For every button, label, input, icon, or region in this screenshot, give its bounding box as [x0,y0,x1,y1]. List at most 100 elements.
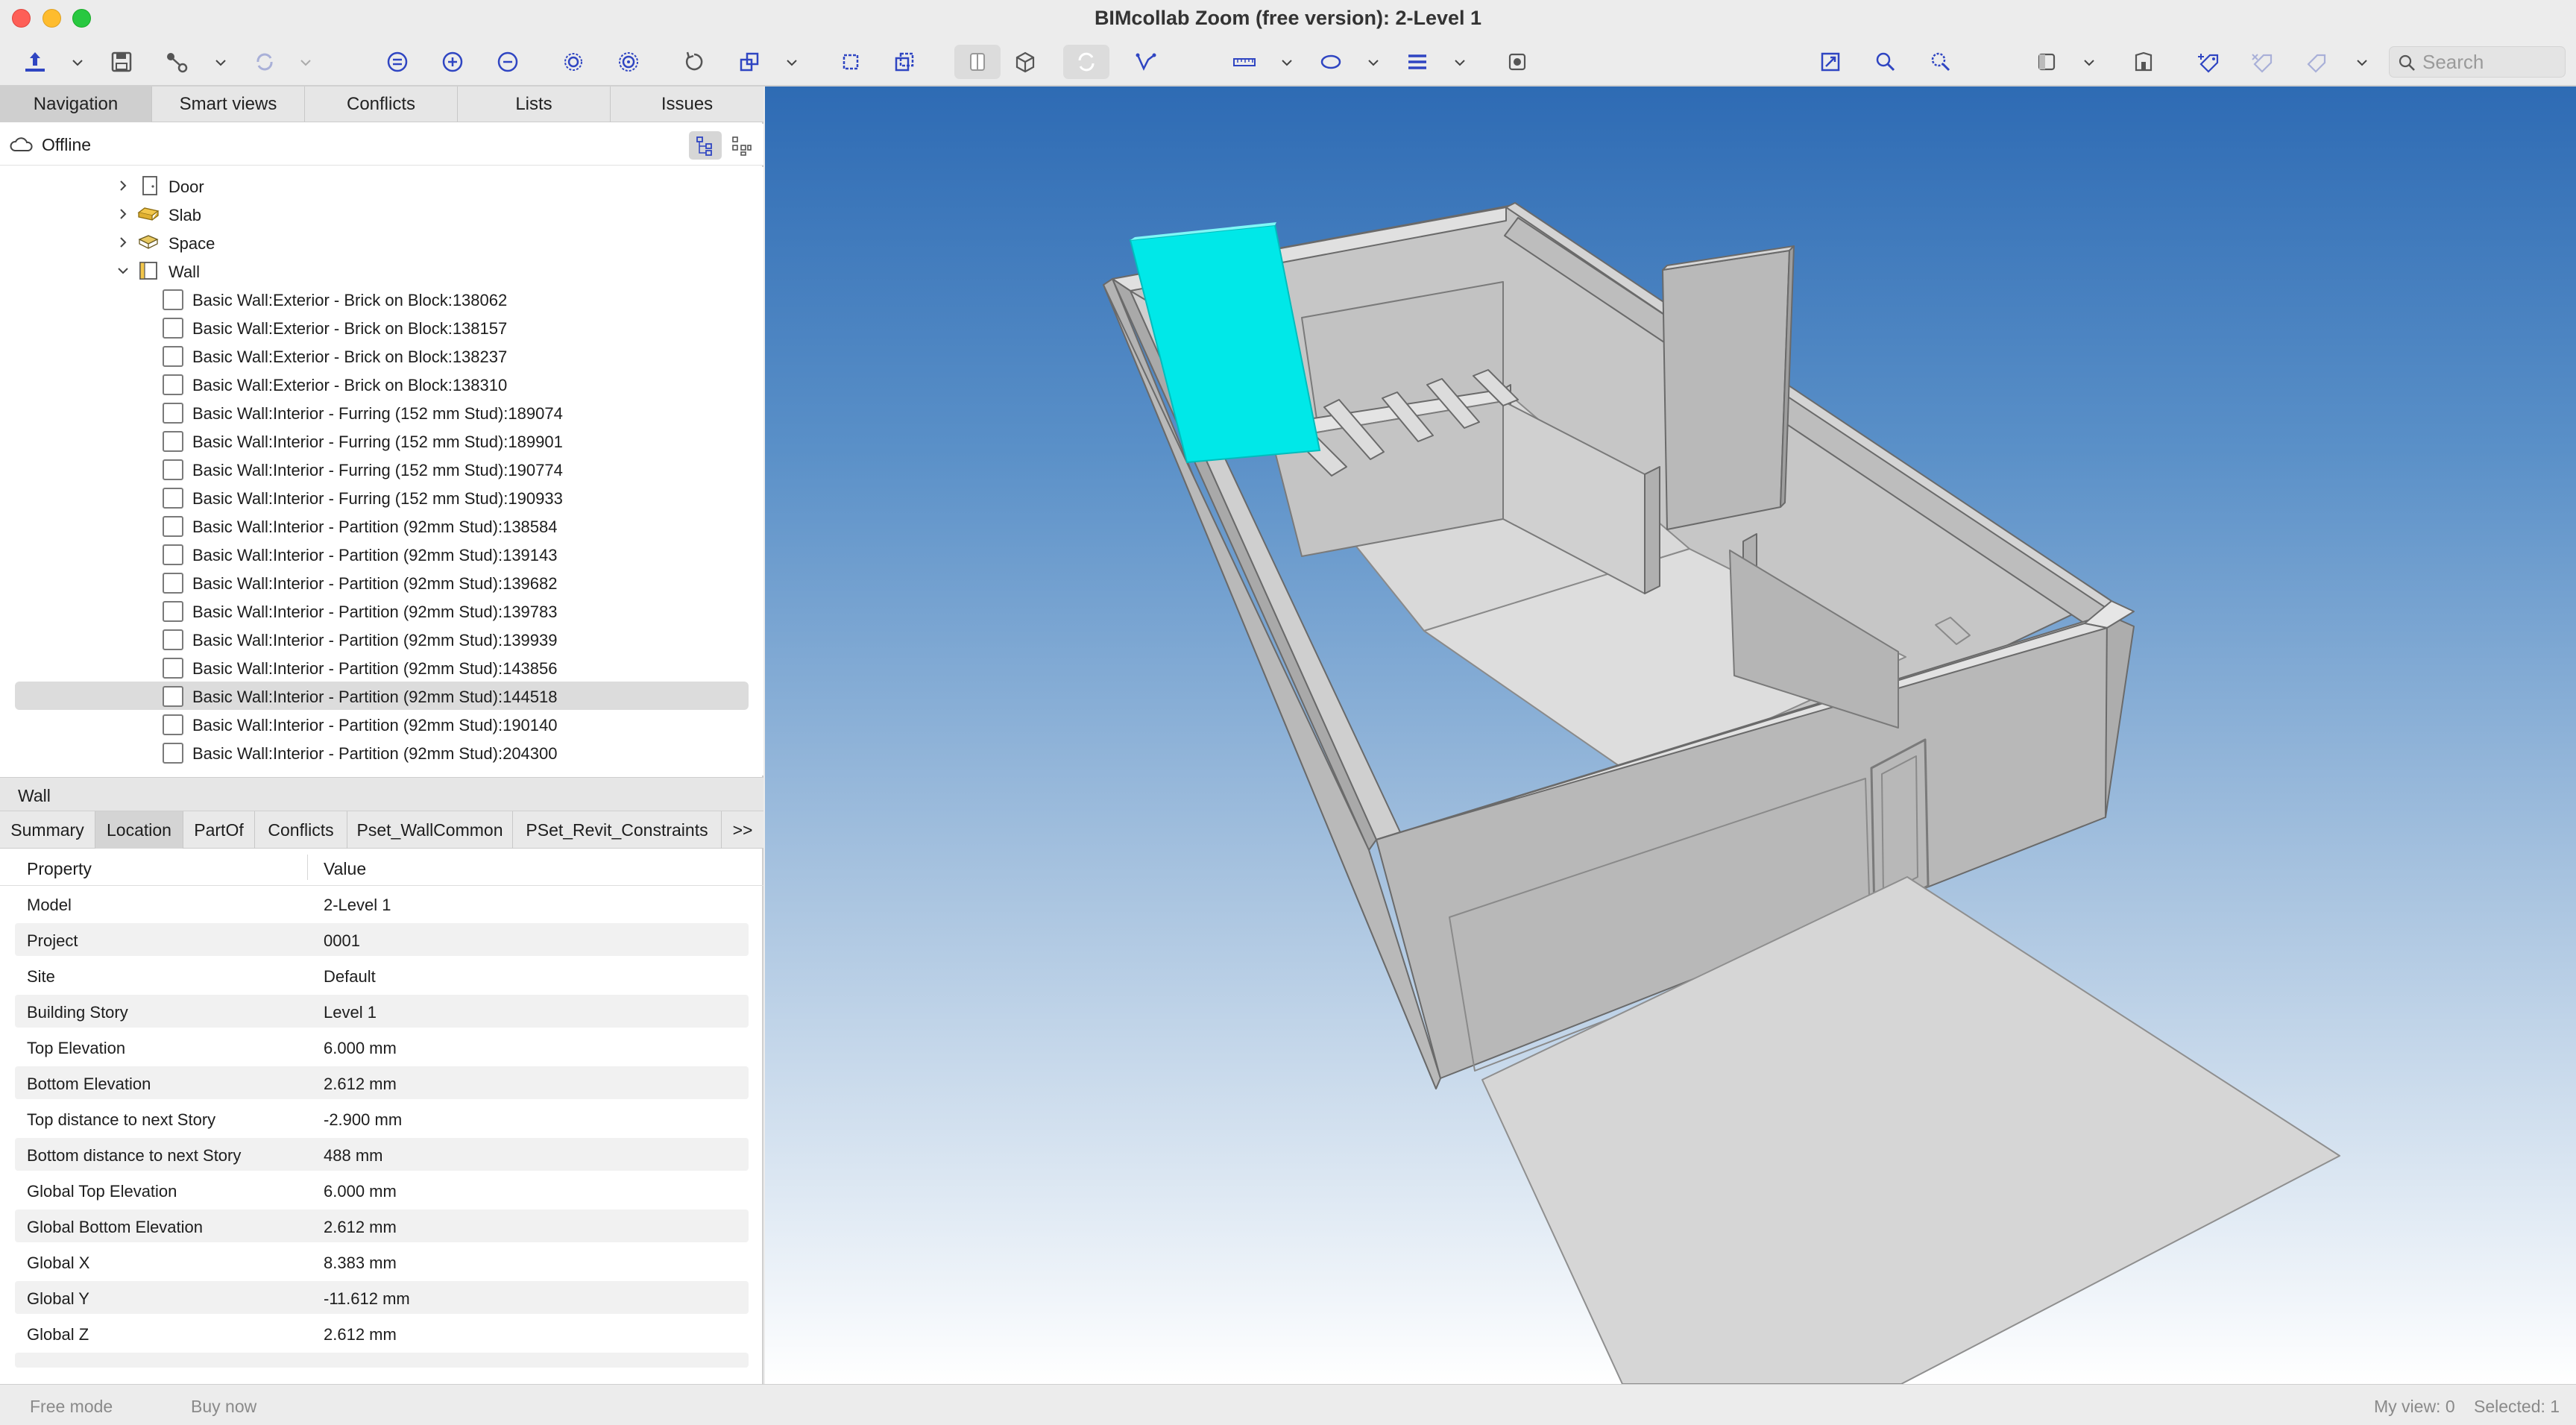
visibility-checkbox[interactable] [163,686,183,707]
tab-navigation[interactable]: Navigation [0,86,152,122]
property-row[interactable]: Building Story Level 1 [15,995,749,1028]
building-model[interactable] [765,86,2576,1384]
tree-item-wall[interactable]: Basic Wall:Interior - Partition (92mm St… [0,710,763,738]
focus-icon[interactable] [556,45,591,79]
tree-item-wall[interactable]: Basic Wall:Exterior - Brick on Block:138… [0,313,763,342]
tree-category-door[interactable]: Door [0,172,763,200]
search-input[interactable] [2422,50,2560,74]
path-icon[interactable] [1129,45,1163,79]
visibility-checkbox[interactable] [163,431,183,452]
tree-item-wall[interactable]: Basic Wall:Interior - Furring (152 mm St… [0,455,763,483]
tree-category-slab[interactable]: Slab [0,200,763,228]
tree-item-wall[interactable]: Basic Wall:Interior - Partition (92mm St… [0,540,763,568]
tree-category-wall[interactable]: Wall [0,257,763,285]
chevron-right-icon[interactable] [116,179,130,192]
ellipse-dropdown-chevron-icon[interactable] [1366,55,1381,70]
reset-icon[interactable] [677,45,711,79]
save-icon[interactable] [104,45,139,79]
property-row[interactable]: Model 2-Level 1 [15,887,749,920]
remove-icon[interactable] [491,45,525,79]
visibility-checkbox[interactable] [163,629,183,650]
search-box[interactable] [2389,46,2566,78]
layers-icon[interactable] [1400,45,1435,79]
tag-dropdown-chevron-icon[interactable] [2355,55,2369,70]
tree-item-wall-selected[interactable]: Basic Wall:Interior - Partition (92mm St… [15,682,749,710]
property-row[interactable]: Top Elevation 6.000 mm [15,1031,749,1063]
open-icon[interactable] [18,45,52,79]
views-dropdown-chevron-icon[interactable] [784,55,799,70]
measure-dropdown-chevron-icon[interactable] [1279,55,1294,70]
tree-item-wall[interactable]: Basic Wall:Interior - Partition (92mm St… [0,512,763,540]
tab-smart-views[interactable]: Smart views [152,86,305,122]
visibility-checkbox[interactable] [163,743,183,764]
property-row[interactable]: Site Default [15,959,749,992]
section-icon[interactable] [954,45,1001,79]
open-dropdown-chevron-icon[interactable] [70,55,85,70]
tag-add-icon[interactable] [2192,45,2226,79]
ptab-pset-wallcommon[interactable]: Pset_WallCommon [347,811,513,849]
add-icon[interactable] [435,45,470,79]
isolate-icon[interactable] [380,45,415,79]
visibility-checkbox[interactable] [163,318,183,339]
property-row[interactable]: Global Bottom Elevation 2.612 mm [15,1209,749,1242]
property-row[interactable]: Global Top Elevation 6.000 mm [15,1174,749,1207]
chevron-right-icon[interactable] [116,207,130,221]
connect-icon[interactable] [160,45,194,79]
ptab-location[interactable]: Location [95,811,183,849]
visibility-checkbox[interactable] [163,488,183,509]
focus-all-icon[interactable] [611,45,646,79]
visibility-checkbox[interactable] [163,573,183,594]
visibility-checkbox[interactable] [163,544,183,565]
chevron-right-icon[interactable] [116,236,130,249]
ellipse-icon[interactable] [1314,45,1348,79]
tree-item-wall[interactable]: Basic Wall:Interior - Furring (152 mm St… [0,398,763,427]
tree-item-wall[interactable]: Basic Wall:Exterior - Brick on Block:138… [0,342,763,370]
visibility-checkbox[interactable] [163,658,183,679]
tab-lists[interactable]: Lists [458,86,611,122]
visibility-checkbox[interactable] [163,403,183,424]
visibility-checkbox[interactable] [163,374,183,395]
snapshot-icon[interactable] [1500,45,1534,79]
3d-viewport[interactable] [765,86,2576,1384]
ptab-more[interactable]: >> [722,811,763,849]
tree-category-space[interactable]: Space [0,228,763,257]
tree-item-wall[interactable]: Basic Wall:Interior - Partition (92mm St… [0,597,763,625]
property-row[interactable]: Global X 8.383 mm [15,1245,749,1278]
visibility-checkbox[interactable] [163,516,183,537]
zoom-icon[interactable] [1868,45,1903,79]
tab-issues[interactable]: Issues [611,86,763,122]
ptab-summary[interactable]: Summary [0,811,95,849]
visibility-checkbox[interactable] [163,601,183,622]
grid-view-toggle[interactable] [725,131,758,160]
property-row[interactable]: Global Z 2.612 mm [15,1317,749,1350]
panel-dropdown-chevron-icon[interactable] [2082,55,2097,70]
property-row[interactable]: Project 0001 [15,923,749,956]
panel-icon[interactable] [2029,45,2064,79]
tree-item-wall[interactable]: Basic Wall:Exterior - Brick on Block:138… [0,285,763,313]
ptab-pset-revit-constraints[interactable]: PSet_Revit_Constraints [513,811,722,849]
fit-icon[interactable] [1813,45,1848,79]
cube-icon[interactable] [1008,45,1042,79]
tree-item-wall[interactable]: Basic Wall:Interior - Partition (92mm St… [0,738,763,767]
views-icon[interactable] [732,45,766,79]
building-icon[interactable] [2126,45,2161,79]
tree-view-toggle[interactable] [689,131,722,160]
visibility-checkbox[interactable] [163,289,183,310]
box-multi-icon[interactable] [887,45,922,79]
layers-dropdown-chevron-icon[interactable] [1452,55,1467,70]
sync-icon[interactable] [248,45,282,79]
property-row[interactable]: Bottom Elevation 2.612 mm [15,1066,749,1099]
visibility-checkbox[interactable] [163,714,183,735]
tag-remove-icon[interactable] [2246,45,2280,79]
connect-dropdown-chevron-icon[interactable] [213,55,228,70]
property-row[interactable]: Top distance to next Story -2.900 mm [15,1102,749,1135]
measure-icon[interactable] [1227,45,1262,79]
tab-conflicts[interactable]: Conflicts [305,86,458,122]
box-icon[interactable] [834,45,868,79]
tree-item-wall[interactable]: Basic Wall:Interior - Furring (152 mm St… [0,427,763,455]
ptab-conflicts[interactable]: Conflicts [255,811,347,849]
buy-now-link[interactable]: Buy now [191,1397,256,1417]
reload-icon[interactable] [1063,45,1109,79]
property-row[interactable]: Global Y -11.612 mm [15,1281,749,1314]
tree-item-wall[interactable]: Basic Wall:Interior - Partition (92mm St… [0,625,763,653]
